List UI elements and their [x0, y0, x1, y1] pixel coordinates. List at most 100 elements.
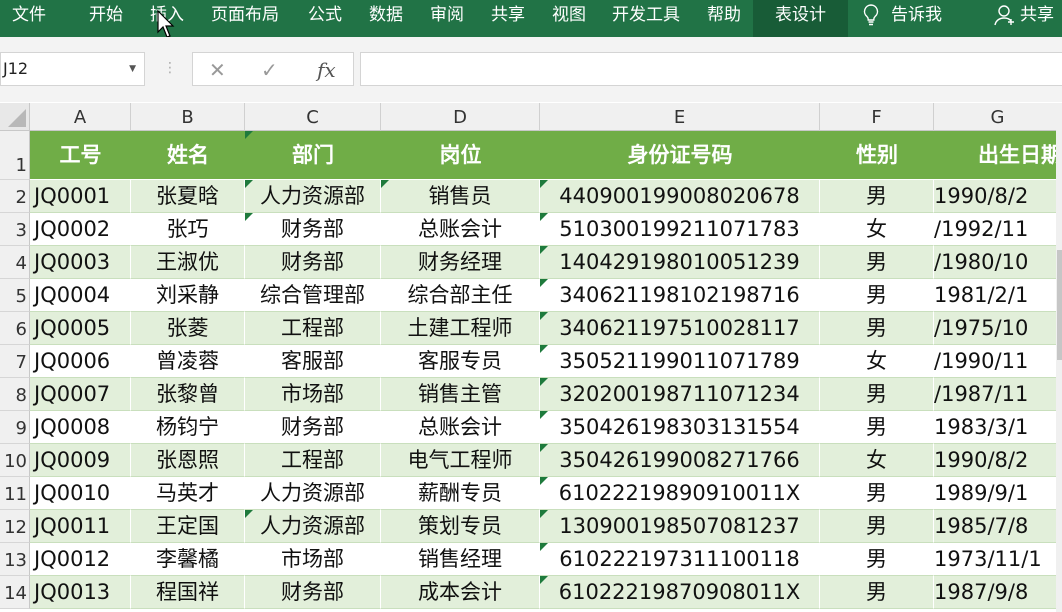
tab-view[interactable]: 视图 [552, 0, 586, 37]
table-cell[interactable]: 350426198303131554 [540, 411, 820, 444]
table-cell[interactable]: 1973/11/1 [934, 543, 1062, 576]
table-cell[interactable]: 张夏晗 [131, 180, 245, 213]
table-cell[interactable]: 1981/2/1 [934, 279, 1062, 312]
column-header-b[interactable]: B [131, 103, 245, 131]
row-header-7[interactable]: 7 [0, 345, 30, 378]
table-cell[interactable]: 财务部 [245, 411, 381, 444]
table-cell[interactable]: 男 [820, 411, 934, 444]
table-cell[interactable]: 人力资源部 [245, 180, 381, 213]
row-header-4[interactable]: 4 [0, 246, 30, 279]
table-cell[interactable]: 张巧 [131, 213, 245, 246]
tab-file[interactable]: 文件 [12, 0, 46, 37]
table-cell[interactable]: JQ0011 [30, 510, 131, 543]
name-box[interactable]: J12 ▼ [0, 52, 145, 86]
table-cell[interactable]: 销售员 [381, 180, 540, 213]
row-header-8[interactable]: 8 [0, 378, 30, 411]
table-cell[interactable]: 王淑优 [131, 246, 245, 279]
tab-developer[interactable]: 开发工具 [612, 0, 680, 37]
tab-home[interactable]: 开始 [89, 0, 123, 37]
table-cell[interactable]: 130900198507081237 [540, 510, 820, 543]
tab-help[interactable]: 帮助 [707, 0, 741, 37]
table-cell[interactable]: 工程部 [245, 444, 381, 477]
insert-function-icon[interactable]: fx [317, 58, 336, 82]
table-cell[interactable]: 客服专员 [381, 345, 540, 378]
column-header-d[interactable]: D [381, 103, 540, 131]
tab-page-layout[interactable]: 页面布局 [211, 0, 279, 37]
table-cell[interactable]: 人力资源部 [245, 510, 381, 543]
table-cell[interactable]: JQ0007 [30, 378, 131, 411]
table-cell[interactable]: JQ0003 [30, 246, 131, 279]
column-header-c[interactable]: C [245, 103, 381, 131]
table-cell[interactable]: 男 [820, 246, 934, 279]
table-cell[interactable]: 男 [820, 378, 934, 411]
table-cell[interactable]: 340621198102198716 [540, 279, 820, 312]
table-cell[interactable]: 女 [820, 345, 934, 378]
table-cell[interactable]: 财务部 [245, 246, 381, 279]
table-cell[interactable]: 男 [820, 543, 934, 576]
table-cell[interactable]: 程国祥 [131, 576, 245, 609]
select-all-corner[interactable] [0, 103, 30, 131]
table-cell[interactable]: JQ0008 [30, 411, 131, 444]
table-cell[interactable]: 1992/11/ [934, 213, 1062, 246]
table-cell[interactable]: 1983/3/1 [934, 411, 1062, 444]
table-cell[interactable]: 成本会计 [381, 576, 540, 609]
table-cell[interactable]: 男 [820, 576, 934, 609]
table-cell[interactable]: 1989/9/1 [934, 477, 1062, 510]
table-cell[interactable]: JQ0012 [30, 543, 131, 576]
column-header-a[interactable]: A [30, 103, 131, 131]
row-header-12[interactable]: 12 [0, 510, 30, 543]
table-cell[interactable]: 策划专员 [381, 510, 540, 543]
table-cell[interactable]: 61022219890910011X [540, 477, 820, 510]
row-header-5[interactable]: 5 [0, 279, 30, 312]
table-cell[interactable]: 市场部 [245, 543, 381, 576]
enter-icon[interactable]: ✓ [261, 58, 278, 82]
table-cell[interactable]: 350521199011071789 [540, 345, 820, 378]
table-cell[interactable]: 1987/11/ [934, 378, 1062, 411]
table-cell[interactable]: 1980/10/ [934, 246, 1062, 279]
table-cell[interactable]: JQ0006 [30, 345, 131, 378]
table-cell[interactable]: 马英才 [131, 477, 245, 510]
row-header-13[interactable]: 13 [0, 543, 30, 576]
table-cell[interactable]: JQ0002 [30, 213, 131, 246]
row-header-3[interactable]: 3 [0, 213, 30, 246]
table-cell[interactable]: 曾凌蓉 [131, 345, 245, 378]
table-cell[interactable]: 薪酬专员 [381, 477, 540, 510]
table-cell[interactable]: 61022219870908011X [540, 576, 820, 609]
table-cell[interactable]: 男 [820, 477, 934, 510]
row-header-10[interactable]: 10 [0, 444, 30, 477]
table-cell[interactable]: 杨钧宁 [131, 411, 245, 444]
table-cell[interactable]: JQ0013 [30, 576, 131, 609]
table-cell[interactable]: JQ0009 [30, 444, 131, 477]
table-cell[interactable]: 综合部主任 [381, 279, 540, 312]
table-cell[interactable]: JQ0010 [30, 477, 131, 510]
tab-share[interactable]: 共享 [491, 0, 525, 37]
table-cell[interactable]: 1985/7/8 [934, 510, 1062, 543]
share-button[interactable]: 共享 [994, 0, 1054, 37]
column-header-e[interactable]: E [540, 103, 820, 131]
table-cell[interactable]: 财务部 [245, 576, 381, 609]
table-cell[interactable]: 男 [820, 279, 934, 312]
table-cell[interactable]: JQ0004 [30, 279, 131, 312]
column-header-g[interactable]: G [934, 103, 1062, 131]
formula-input[interactable] [360, 52, 1062, 86]
tell-me-search[interactable]: 告诉我 [863, 0, 942, 37]
table-cell[interactable]: 李馨橘 [131, 543, 245, 576]
tab-data[interactable]: 数据 [369, 0, 403, 37]
table-cell[interactable]: 财务经理 [381, 246, 540, 279]
table-cell[interactable]: 总账会计 [381, 411, 540, 444]
column-header-f[interactable]: F [820, 103, 934, 131]
table-cell[interactable]: 350426199008271766 [540, 444, 820, 477]
table-cell[interactable]: 王定国 [131, 510, 245, 543]
table-cell[interactable]: 610222197311100118 [540, 543, 820, 576]
table-cell[interactable]: 综合管理部 [245, 279, 381, 312]
table-cell[interactable]: 男 [820, 510, 934, 543]
row-header-11[interactable]: 11 [0, 477, 30, 510]
table-cell[interactable]: 财务部 [245, 213, 381, 246]
table-cell[interactable]: 销售主管 [381, 378, 540, 411]
table-cell[interactable]: 1990/8/2 [934, 444, 1062, 477]
cancel-icon[interactable]: ✕ [209, 58, 226, 82]
table-cell[interactable]: 1975/10/ [934, 312, 1062, 345]
table-cell[interactable]: 女 [820, 444, 934, 477]
vertical-scrollbar-thumb[interactable] [1057, 250, 1062, 360]
row-header-14[interactable]: 14 [0, 576, 30, 609]
